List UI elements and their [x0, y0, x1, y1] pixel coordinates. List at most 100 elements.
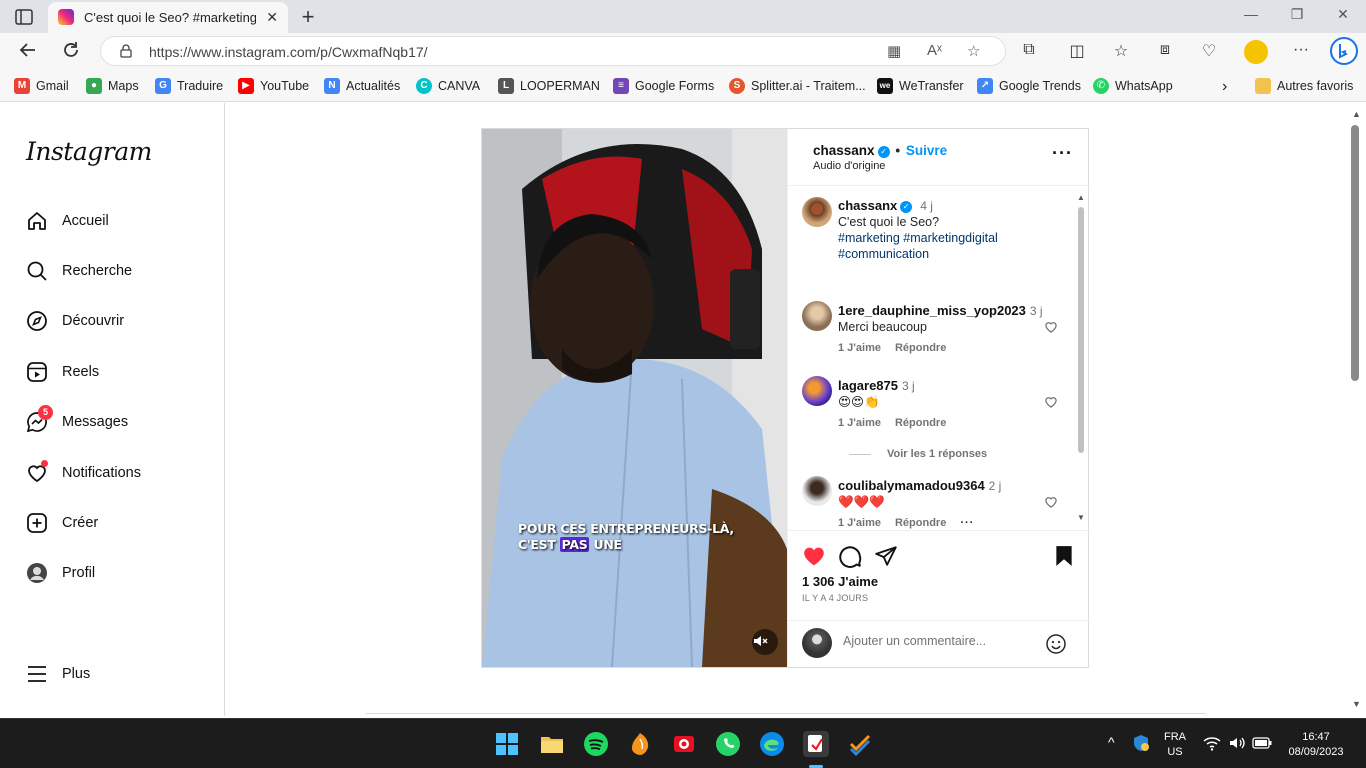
new-tab-button[interactable]: + [296, 4, 320, 30]
author-avatar[interactable] [802, 197, 832, 227]
fl-studio-icon[interactable] [627, 731, 653, 757]
address-bar[interactable]: https://www.instagram.com/p/CwxmafNqb17/… [100, 36, 1006, 66]
commenter-avatar[interactable] [802, 476, 832, 506]
back-button[interactable] [15, 39, 41, 63]
profile-avatar-icon[interactable] [1244, 40, 1268, 64]
battery-icon[interactable] [1252, 736, 1272, 753]
extensions-icon[interactable]: ⧉ [1018, 41, 1040, 63]
share-paper-plane-icon[interactable] [874, 544, 898, 568]
start-windows-icon[interactable] [494, 731, 520, 757]
scroll-down-arrow-icon[interactable]: ▼ [1077, 513, 1085, 522]
nav-accueil[interactable]: Accueil [26, 208, 109, 234]
view-replies-button[interactable]: Voir les 1 réponses [849, 448, 987, 460]
snipping-tool-icon[interactable] [803, 731, 829, 757]
nav-profil[interactable]: Profil [26, 560, 95, 586]
post-video[interactable]: POUR CES ENTREPRENEURS-LÀ, C'EST PAS UNE [482, 129, 787, 667]
mute-icon[interactable] [752, 633, 768, 649]
audio-link[interactable]: Audio d'origine [813, 160, 885, 172]
commenter-avatar[interactable] [802, 376, 832, 406]
comments-scroll-thumb[interactable] [1078, 207, 1084, 453]
comment-likes[interactable]: 1 J'aime [838, 342, 881, 354]
nav-messages[interactable]: 5 Messages [26, 405, 128, 435]
bookmark-google-forms[interactable]: ≡ Google Forms [613, 78, 714, 94]
commenter-avatar[interactable] [802, 301, 832, 331]
recorder-app-icon[interactable] [671, 731, 697, 757]
file-explorer-icon[interactable] [539, 731, 565, 757]
bookmark-maps[interactable]: ● Maps [86, 78, 139, 94]
scroll-up-arrow-icon[interactable]: ▲ [1077, 193, 1085, 202]
active-tab[interactable]: C'est quoi le Seo? #marketing #r ✕ [48, 2, 288, 33]
close-tab-icon[interactable]: ✕ [266, 9, 278, 26]
other-favorites-folder[interactable]: Autres favoris [1255, 78, 1353, 94]
reply-button[interactable]: Répondre [895, 517, 946, 529]
bing-copilot-icon[interactable] [1330, 37, 1358, 65]
bookmark-youtube[interactable]: ▶ YouTube [238, 78, 309, 94]
bookmark-gmail[interactable]: M Gmail [14, 78, 69, 94]
like-heart-icon[interactable] [802, 544, 826, 568]
page-scroll-thumb[interactable] [1351, 125, 1359, 381]
wifi-icon[interactable] [1203, 735, 1221, 754]
instagram-logo[interactable]: Instagram [26, 137, 152, 166]
bookmarks-overflow-chevron-icon[interactable]: › [1222, 78, 1227, 96]
commenter-name[interactable]: lagare875 [838, 378, 898, 393]
app-available-icon[interactable]: ▦ [887, 42, 901, 60]
clock[interactable]: 16:47 08/09/2023 [1282, 730, 1350, 760]
favorites-icon[interactable]: ☆ [1110, 41, 1132, 63]
collections-icon[interactable]: ⧈ [1154, 41, 1176, 63]
bookmark-wetransfer[interactable]: we WeTransfer [877, 78, 964, 94]
nav-notifications[interactable]: Notifications [26, 460, 141, 486]
edge-browser-icon[interactable] [759, 731, 785, 757]
page-scroll-down-icon[interactable]: ▼ [1352, 699, 1361, 709]
caption-author-name[interactable]: chassanx [838, 198, 897, 213]
comment-bubble-icon[interactable] [838, 544, 862, 568]
page-scrollbar[interactable]: ▲ ▼ [1349, 103, 1366, 716]
comment-input[interactable] [843, 634, 1043, 648]
page-scroll-up-icon[interactable]: ▲ [1352, 109, 1361, 119]
bookmark-actualites[interactable]: N Actualités [324, 78, 400, 94]
bookmark-looperman[interactable]: L LOOPERMAN [498, 78, 600, 94]
comment-like-heart-icon[interactable] [1044, 320, 1058, 334]
favorite-star-icon[interactable]: ☆ [967, 42, 980, 60]
minimize-button[interactable]: — [1236, 6, 1266, 22]
read-aloud-icon[interactable]: A͏ˣ [927, 42, 942, 59]
more-menu-icon[interactable]: ··· [1290, 41, 1312, 63]
split-screen-icon[interactable]: ◫ [1066, 41, 1088, 63]
bookmark-google-trends[interactable]: ↗ Google Trends [977, 78, 1081, 94]
url-text[interactable]: https://www.instagram.com/p/CwxmafNqb17/ [149, 44, 428, 60]
comment-like-heart-icon[interactable] [1044, 395, 1058, 409]
language-indicator[interactable]: FRA US [1162, 730, 1188, 760]
save-bookmark-icon[interactable] [1052, 544, 1076, 568]
tasks-app-icon[interactable] [847, 731, 873, 757]
tab-actions-icon[interactable] [12, 6, 36, 28]
post-options-icon[interactable]: ··· [1052, 143, 1073, 164]
nav-plus[interactable]: Plus [26, 661, 90, 687]
reply-button[interactable]: Répondre [895, 417, 946, 429]
bookmark-canva[interactable]: C CANVA [416, 78, 480, 94]
comment-options-icon[interactable]: ··· [960, 517, 974, 529]
like-count[interactable]: 1 306 J'aime [802, 574, 878, 589]
spotify-icon[interactable] [583, 731, 609, 757]
performance-icon[interactable]: ♡ [1198, 41, 1220, 63]
tray-overflow-chevron-icon[interactable]: ^ [1108, 734, 1115, 750]
nav-creer[interactable]: Créer [26, 510, 98, 536]
caption-hashtags[interactable]: #communication [838, 246, 998, 262]
comment-likes[interactable]: 1 J'aime [838, 417, 881, 429]
close-window-button[interactable]: ✕ [1328, 6, 1358, 23]
bookmark-splitter[interactable]: S Splitter.ai - Traitem... [729, 78, 866, 94]
lock-icon[interactable] [119, 44, 133, 58]
nav-recherche[interactable]: Recherche [26, 258, 132, 284]
volume-icon[interactable] [1228, 735, 1246, 754]
nav-decouvrir[interactable]: Découvrir [26, 308, 124, 334]
comment-likes[interactable]: 1 J'aime [838, 517, 881, 529]
follow-button[interactable]: Suivre [906, 143, 947, 158]
bookmark-whatsapp[interactable]: ✆ WhatsApp [1093, 78, 1173, 94]
refresh-button[interactable] [58, 39, 84, 63]
emoji-picker-icon[interactable] [1045, 633, 1067, 655]
security-shield-icon[interactable] [1132, 734, 1150, 752]
caption-hashtags[interactable]: #marketing #marketingdigital [838, 230, 998, 246]
commenter-name[interactable]: coulibalymamadou9364 [838, 478, 985, 493]
nav-reels[interactable]: Reels [26, 359, 99, 385]
commenter-name[interactable]: 1ere_dauphine_miss_yop2023 [838, 303, 1026, 318]
post-author-name[interactable]: chassanx [813, 143, 875, 158]
bookmark-traduire[interactable]: G Traduire [155, 78, 223, 94]
